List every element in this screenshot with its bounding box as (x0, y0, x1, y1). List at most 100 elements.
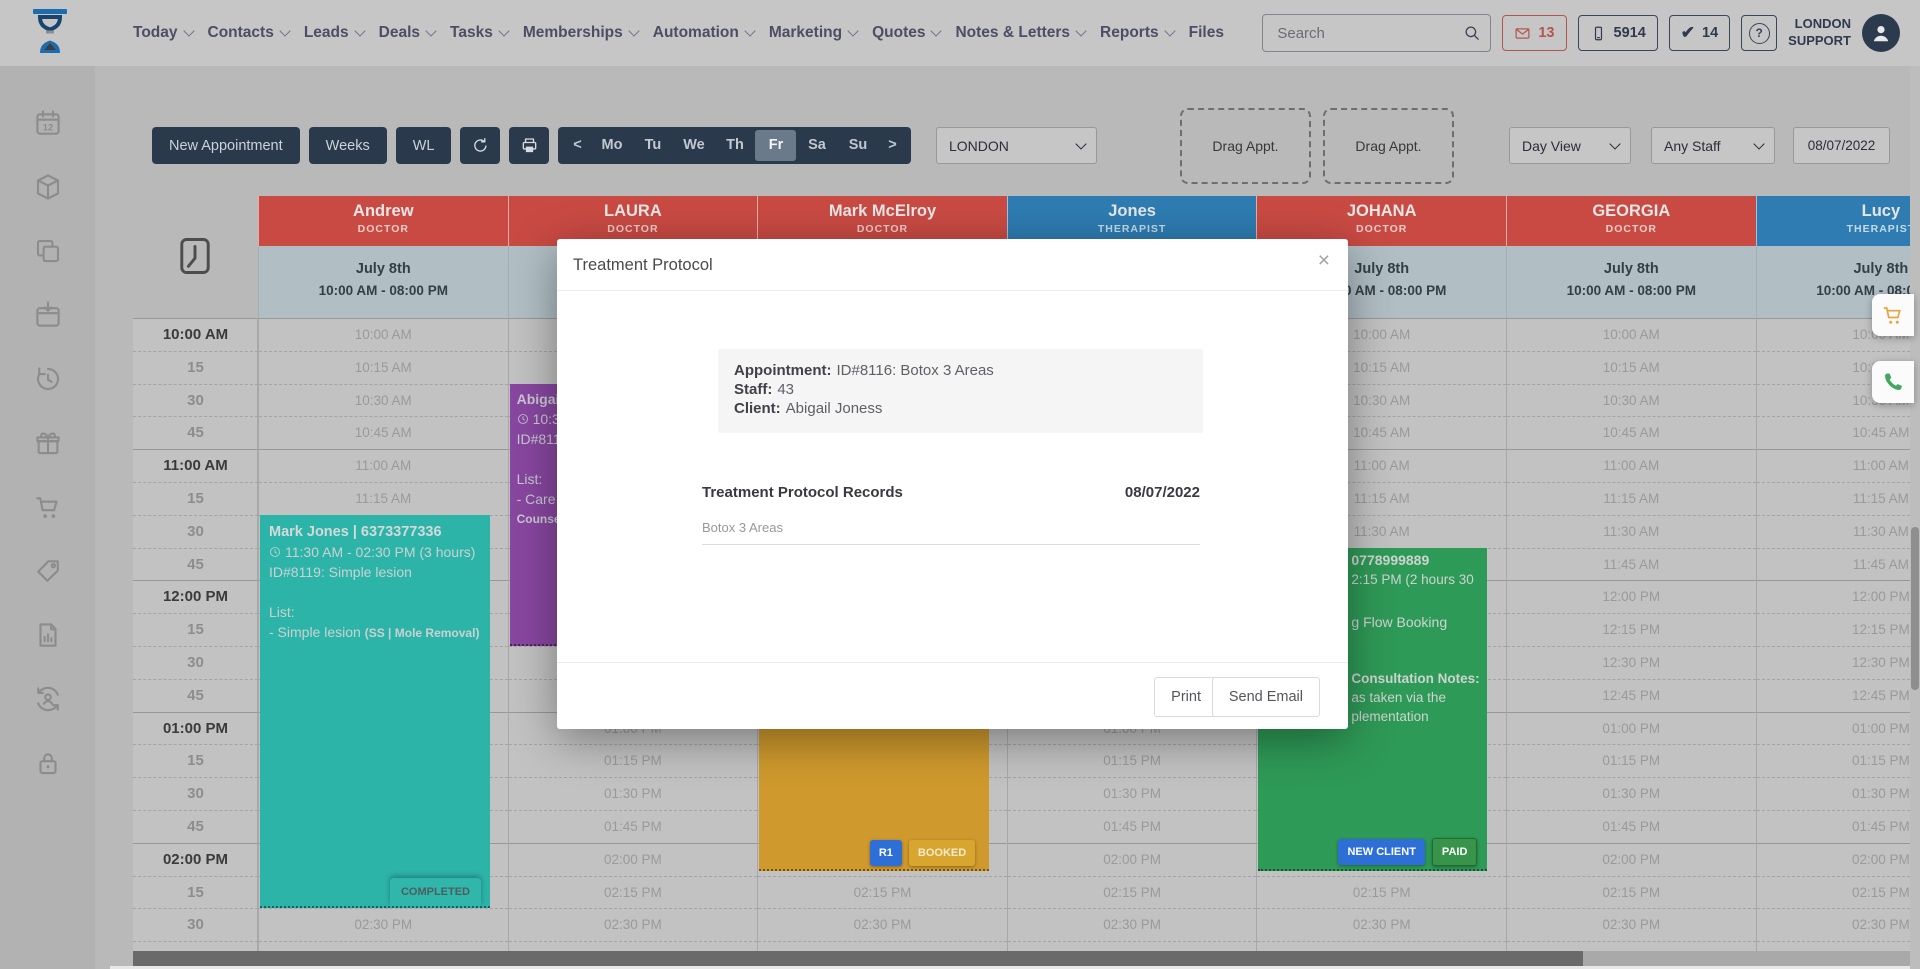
calendar-cell[interactable]: 02:15 PM (1008, 876, 1257, 909)
horizontal-scrollbar-thumb[interactable] (133, 951, 1583, 966)
calendar-cell[interactable]: 02:15 PM (1257, 876, 1506, 909)
avatar[interactable] (1862, 14, 1900, 52)
refresh-button[interactable] (460, 127, 500, 164)
print-calendar-button[interactable] (509, 127, 549, 164)
calendar-cell[interactable]: 11:00 AM (1507, 449, 1756, 482)
calendar-cell[interactable]: 11:45 AM (1757, 548, 1920, 581)
appointment-mark-jones[interactable]: Mark Jones | 6373377336 11:30 AM - 02:30… (260, 515, 490, 909)
tasks-badge[interactable]: ✔ 14 (1669, 15, 1730, 51)
calendar-cell[interactable]: 11:15 AM (1757, 482, 1920, 515)
calendar-cell[interactable]: 02:30 PM (758, 908, 1007, 941)
sidebar-item-report[interactable] (33, 620, 63, 650)
calendar-cell[interactable]: 01:45 PM (1757, 810, 1920, 843)
calendar-cell[interactable]: 02:30 PM (509, 908, 758, 941)
search-input[interactable] (1275, 24, 1463, 43)
nav-item-contacts[interactable]: Contacts (208, 24, 289, 42)
nav-item-notes-letters[interactable]: Notes & Letters (955, 24, 1085, 42)
calendar-cell[interactable]: 12:30 PM (1507, 646, 1756, 679)
calendar-cell[interactable]: 01:30 PM (1507, 777, 1756, 810)
calendar-cell[interactable]: 01:45 PM (1507, 810, 1756, 843)
brand-logo-icon[interactable] (30, 8, 70, 58)
calendar-cell[interactable]: 02:00 PM (1507, 843, 1756, 876)
staff-select[interactable]: Any Staff (1651, 127, 1775, 164)
calendar-cell[interactable]: 12:15 PM (1507, 613, 1756, 646)
calendar-cell[interactable]: 02:00 PM (1008, 843, 1257, 876)
calendar-cell[interactable]: 02:15 PM (1757, 876, 1920, 909)
day-tu[interactable]: Tu (632, 130, 673, 161)
day-th[interactable]: Th (714, 130, 755, 161)
calendar-cell[interactable]: 01:30 PM (1008, 777, 1257, 810)
print-button[interactable]: Print (1154, 677, 1218, 717)
nav-item-files[interactable]: Files (1189, 24, 1224, 42)
calendar-cell[interactable]: 01:15 PM (1008, 744, 1257, 777)
calendar-cell[interactable]: 10:00 AM (1507, 318, 1756, 351)
nav-item-deals[interactable]: Deals (379, 24, 435, 42)
sidebar-item-history[interactable] (33, 364, 63, 394)
calendar-cell[interactable]: 02:15 PM (1507, 876, 1756, 909)
nav-item-leads[interactable]: Leads (304, 24, 364, 42)
calendar-cell[interactable]: 12:45 PM (1757, 679, 1920, 712)
search-box[interactable] (1262, 14, 1491, 52)
nav-item-reports[interactable]: Reports (1100, 24, 1174, 42)
calendar-cell[interactable]: 01:30 PM (1757, 777, 1920, 810)
drag-appointment-slot-2[interactable]: Drag Appt. (1323, 108, 1454, 184)
calendar-cell[interactable]: 12:15 PM (1757, 613, 1920, 646)
date-picker[interactable]: 08/07/2022 (1793, 127, 1890, 164)
calendar-cell[interactable]: 01:45 PM (1008, 810, 1257, 843)
sidebar-item-calendar[interactable]: 12 (33, 108, 63, 138)
calendar-cell[interactable]: 12:45 PM (1507, 679, 1756, 712)
sidebar-item-account-sync[interactable] (33, 684, 63, 714)
wl-button[interactable]: WL (396, 127, 452, 164)
calendar-cell[interactable]: 01:15 PM (1507, 744, 1756, 777)
calendar-cell[interactable]: 02:30 PM (1257, 908, 1506, 941)
calendar-cell[interactable]: 01:15 PM (1757, 744, 1920, 777)
calendar-cell[interactable]: 10:15 AM (259, 351, 508, 384)
cart-floating-button[interactable] (1872, 294, 1914, 336)
sidebar-item-cart[interactable] (33, 492, 63, 522)
calendar-cell[interactable]: 11:15 AM (1507, 482, 1756, 515)
sidebar-item-package[interactable] (33, 172, 63, 202)
calendar-cell[interactable]: 02:00 PM (1757, 843, 1920, 876)
sidebar-item-lock[interactable] (33, 748, 63, 778)
sidebar-item-tag[interactable] (33, 556, 63, 586)
weeks-button[interactable]: Weeks (309, 127, 387, 164)
phone-badge[interactable]: 5914 (1578, 15, 1658, 51)
calendar-cell[interactable]: 10:45 AM (1507, 416, 1756, 449)
calendar-cell[interactable]: 01:30 PM (509, 777, 758, 810)
day-fr[interactable]: Fr (755, 130, 796, 161)
calendar-cell[interactable]: 01:00 PM (1757, 712, 1920, 745)
nav-item-automation[interactable]: Automation (653, 24, 754, 42)
record-item[interactable]: Botox 3 Areas (702, 520, 1200, 545)
send-email-button[interactable]: Send Email (1212, 677, 1320, 717)
day-su[interactable]: Su (837, 130, 878, 161)
nav-item-memberships[interactable]: Memberships (523, 24, 638, 42)
new-appointment-button[interactable]: New Appointment (152, 127, 300, 164)
calendar-cell[interactable]: 10:30 AM (1507, 384, 1756, 417)
close-icon[interactable]: × (1318, 249, 1330, 273)
horizontal-scrollbar[interactable] (133, 951, 1910, 966)
calendar-cell[interactable]: 10:45 AM (1757, 416, 1920, 449)
nav-item-today[interactable]: Today (133, 24, 193, 42)
calendar-cell[interactable]: 12:00 PM (1507, 580, 1756, 613)
calendar-cell[interactable]: 01:15 PM (509, 744, 758, 777)
mail-badge[interactable]: 13 (1502, 15, 1566, 51)
day-we[interactable]: We (673, 130, 714, 161)
nav-item-marketing[interactable]: Marketing (769, 24, 857, 42)
calendar-cell[interactable]: 11:30 AM (1507, 515, 1756, 548)
calendar-cell[interactable]: 01:45 PM (509, 810, 758, 843)
calendar-cell[interactable]: 11:00 AM (259, 449, 508, 482)
calendar-cell[interactable]: 01:00 PM (1507, 712, 1756, 745)
calendar-cell[interactable]: 11:00 AM (1757, 449, 1920, 482)
day-mo[interactable]: Mo (591, 130, 632, 161)
day-prev[interactable]: < (563, 130, 591, 161)
sidebar-item-copy[interactable] (33, 236, 63, 266)
location-select[interactable]: LONDON (936, 127, 1097, 164)
help-button[interactable]: ? (1741, 15, 1777, 51)
day-sa[interactable]: Sa (796, 130, 837, 161)
day-next[interactable]: > (878, 130, 906, 161)
view-select[interactable]: Day View (1509, 127, 1631, 164)
calendar-cell[interactable]: 02:30 PM (259, 908, 508, 941)
calendar-cell[interactable]: 11:15 AM (259, 482, 508, 515)
calendar-cell[interactable]: 10:30 AM (259, 384, 508, 417)
drag-appointment-slot-1[interactable]: Drag Appt. (1180, 108, 1311, 184)
